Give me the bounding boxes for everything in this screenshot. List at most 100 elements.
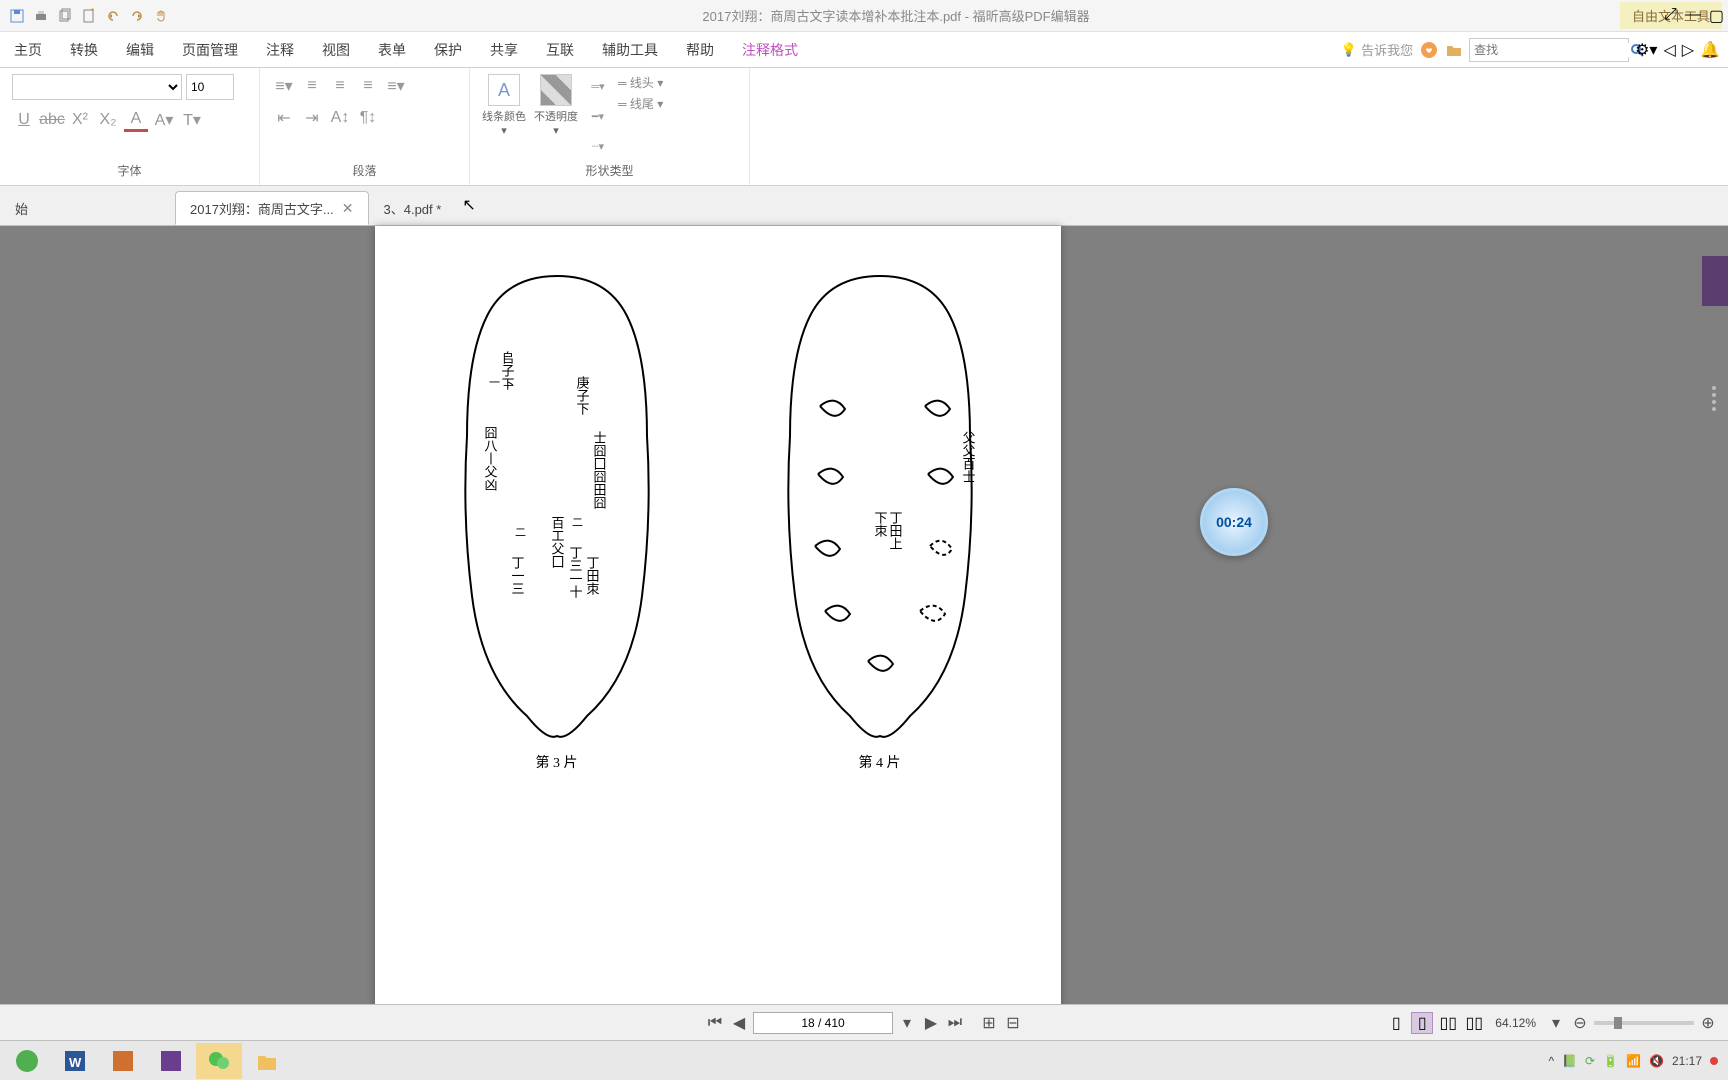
start-tab[interactable]: 始 bbox=[0, 191, 175, 225]
single-page-icon[interactable]: ▯ bbox=[1385, 1012, 1407, 1034]
line-weight-icon[interactable]: ━▾ bbox=[586, 104, 610, 128]
tray-clock[interactable]: 21:17 bbox=[1672, 1054, 1702, 1068]
tab-comment-format[interactable]: 注释格式 bbox=[728, 32, 812, 68]
highlight-icon[interactable]: A▾ bbox=[152, 108, 176, 132]
hand-icon[interactable] bbox=[150, 5, 172, 27]
tab-edit[interactable]: 编辑 bbox=[112, 32, 168, 68]
new-icon[interactable]: * bbox=[78, 5, 100, 27]
redo-icon[interactable] bbox=[126, 5, 148, 27]
document-tab-1[interactable]: 2017刘翔：商周古文字... ✕ bbox=[175, 191, 369, 225]
heart-icon[interactable] bbox=[1419, 40, 1439, 60]
tab-convert[interactable]: 转换 bbox=[56, 32, 112, 68]
side-panel-handle[interactable] bbox=[1702, 256, 1728, 306]
zoom-out-icon[interactable]: ⊖ bbox=[1570, 1013, 1590, 1033]
line-spacing-icon[interactable]: A↕ bbox=[328, 106, 352, 130]
font-family-combo[interactable] bbox=[12, 74, 182, 100]
tell-me-input[interactable]: 💡告诉我您 bbox=[1341, 40, 1413, 59]
line-dash-icon[interactable]: ┈▾ bbox=[586, 134, 610, 158]
tab-form[interactable]: 表单 bbox=[364, 32, 420, 68]
document-tab-2-label: 3、4.pdf * bbox=[384, 199, 442, 218]
line-color-button[interactable]: A 线条颜色▾ bbox=[482, 74, 526, 158]
reflow-icon[interactable]: ⊞ bbox=[979, 1013, 999, 1033]
tray-wanxiang-icon[interactable]: 📗 bbox=[1562, 1054, 1577, 1068]
bell-icon[interactable]: 🔔 bbox=[1700, 40, 1720, 60]
paragraph-spacing-icon[interactable]: ¶↕ bbox=[356, 106, 380, 130]
undo-icon[interactable] bbox=[102, 5, 124, 27]
align-center-icon[interactable]: ≡ bbox=[328, 74, 352, 98]
line-tail-button[interactable]: ═ 线尾 ▾ bbox=[618, 95, 663, 112]
underline-icon[interactable]: U bbox=[12, 108, 36, 132]
tray-sync-icon[interactable]: ⟳ bbox=[1585, 1054, 1595, 1068]
first-page-icon[interactable]: ⏮ bbox=[705, 1013, 725, 1033]
continuous-page-icon[interactable]: ▯ bbox=[1411, 1012, 1433, 1034]
tab-view[interactable]: 视图 bbox=[308, 32, 364, 68]
tray-battery-icon[interactable]: 🔋 bbox=[1603, 1054, 1618, 1068]
line-head-button[interactable]: ═ 线头 ▾ bbox=[618, 74, 663, 91]
tab-comment[interactable]: 注释 bbox=[252, 32, 308, 68]
align-right-icon[interactable]: ≡ bbox=[356, 74, 380, 98]
tray-chevron-icon[interactable]: ^ bbox=[1548, 1054, 1554, 1068]
align-left-icon[interactable]: ≡ bbox=[300, 74, 324, 98]
align-justify-icon[interactable]: ≡▾ bbox=[384, 74, 408, 98]
search-box[interactable] bbox=[1469, 38, 1629, 62]
minimize-icon[interactable]: — bbox=[1685, 6, 1701, 26]
page-navigation: ⏮ ◀ ▾ ▶ ⏭ ⊞ ⊟ bbox=[705, 1012, 1023, 1034]
tab-help[interactable]: 帮助 bbox=[672, 32, 728, 68]
indent-increase-icon[interactable]: ⇥ bbox=[300, 106, 324, 130]
prev-page-icon[interactable]: ◀ bbox=[729, 1013, 749, 1033]
subscript-icon[interactable]: X₂ bbox=[96, 108, 120, 132]
recording-indicator-icon[interactable] bbox=[1710, 1057, 1718, 1065]
zoom-in-icon[interactable]: ⊕ bbox=[1698, 1013, 1718, 1033]
nav-prev-icon[interactable]: ◁ bbox=[1663, 40, 1675, 60]
print-icon[interactable] bbox=[30, 5, 52, 27]
bullet-list-icon[interactable]: ≡▾ bbox=[272, 74, 296, 98]
copy-icon[interactable] bbox=[54, 5, 76, 27]
status-bar: ⏮ ◀ ▾ ▶ ⏭ ⊞ ⊟ ▯ ▯ ▯▯ ▯▯ 64.12% ▾ ⊖ ⊕ bbox=[0, 1004, 1728, 1040]
tab-accessibility[interactable]: 辅助工具 bbox=[588, 32, 672, 68]
word-icon[interactable]: W bbox=[52, 1043, 98, 1079]
document-workspace[interactable]: 𠂤子下 一 二 囧八丨父凶 庚子下 士囧囗囧田囧 百工父囗 二 丁三一十 丁田朿… bbox=[0, 226, 1728, 1040]
document-tab-2[interactable]: 3、4.pdf * bbox=[369, 191, 457, 225]
tab-home[interactable]: 主页 bbox=[0, 32, 56, 68]
font-color-icon[interactable]: A bbox=[124, 108, 148, 132]
wechat-icon[interactable] bbox=[196, 1043, 242, 1079]
svg-text:*: * bbox=[91, 8, 94, 16]
foxit-icon[interactable] bbox=[148, 1043, 194, 1079]
next-page-icon[interactable]: ▶ bbox=[921, 1013, 941, 1033]
close-tab-icon[interactable]: ✕ bbox=[342, 200, 354, 217]
explorer-icon[interactable] bbox=[244, 1043, 290, 1079]
timer-widget[interactable]: 00:24 bbox=[1200, 488, 1268, 556]
search-input[interactable] bbox=[1474, 43, 1629, 57]
facing-page-icon[interactable]: ▯▯ bbox=[1437, 1012, 1459, 1034]
tab-share[interactable]: 共享 bbox=[476, 32, 532, 68]
line-style-icon[interactable]: ═▾ bbox=[586, 74, 610, 98]
gear-icon[interactable]: ⚙▾ bbox=[1635, 40, 1657, 60]
continuous-facing-icon[interactable]: ▯▯ bbox=[1463, 1012, 1485, 1034]
collapse-ribbon-icon[interactable]: ⤢ bbox=[1664, 6, 1677, 26]
folder-icon[interactable] bbox=[1445, 41, 1463, 59]
maximize-icon[interactable]: ▢ bbox=[1709, 6, 1724, 26]
strikethrough-icon[interactable]: abc bbox=[40, 108, 64, 132]
text-case-icon[interactable]: T▾ bbox=[180, 108, 204, 132]
page-dropdown-icon[interactable]: ▾ bbox=[897, 1013, 917, 1033]
app3-icon[interactable] bbox=[100, 1043, 146, 1079]
pdf-page[interactable]: 𠂤子下 一 二 囧八丨父凶 庚子下 士囧囗囧田囧 百工父囗 二 丁三一十 丁田朿… bbox=[375, 226, 1061, 1040]
indent-decrease-icon[interactable]: ⇤ bbox=[272, 106, 296, 130]
tab-protect[interactable]: 保护 bbox=[420, 32, 476, 68]
save-icon[interactable] bbox=[6, 5, 28, 27]
dots-handle[interactable] bbox=[1712, 386, 1720, 426]
tab-connect[interactable]: 互联 bbox=[532, 32, 588, 68]
tray-wifi-icon[interactable]: 📶 bbox=[1626, 1054, 1641, 1068]
font-size-combo[interactable] bbox=[186, 74, 234, 100]
last-page-icon[interactable]: ⏭ bbox=[945, 1013, 965, 1033]
zoom-dropdown-icon[interactable]: ▾ bbox=[1546, 1013, 1566, 1033]
zoom-slider[interactable] bbox=[1594, 1021, 1694, 1025]
nav-next-icon[interactable]: ▷ bbox=[1682, 40, 1694, 60]
reflow2-icon[interactable]: ⊟ bbox=[1003, 1013, 1023, 1033]
opacity-button[interactable]: 不透明度▾ bbox=[534, 74, 578, 158]
tab-page-manage[interactable]: 页面管理 bbox=[168, 32, 252, 68]
tray-volume-icon[interactable]: 🔇 bbox=[1649, 1054, 1664, 1068]
page-number-input[interactable] bbox=[753, 1012, 893, 1034]
edge-icon[interactable] bbox=[4, 1043, 50, 1079]
superscript-icon[interactable]: X² bbox=[68, 108, 92, 132]
